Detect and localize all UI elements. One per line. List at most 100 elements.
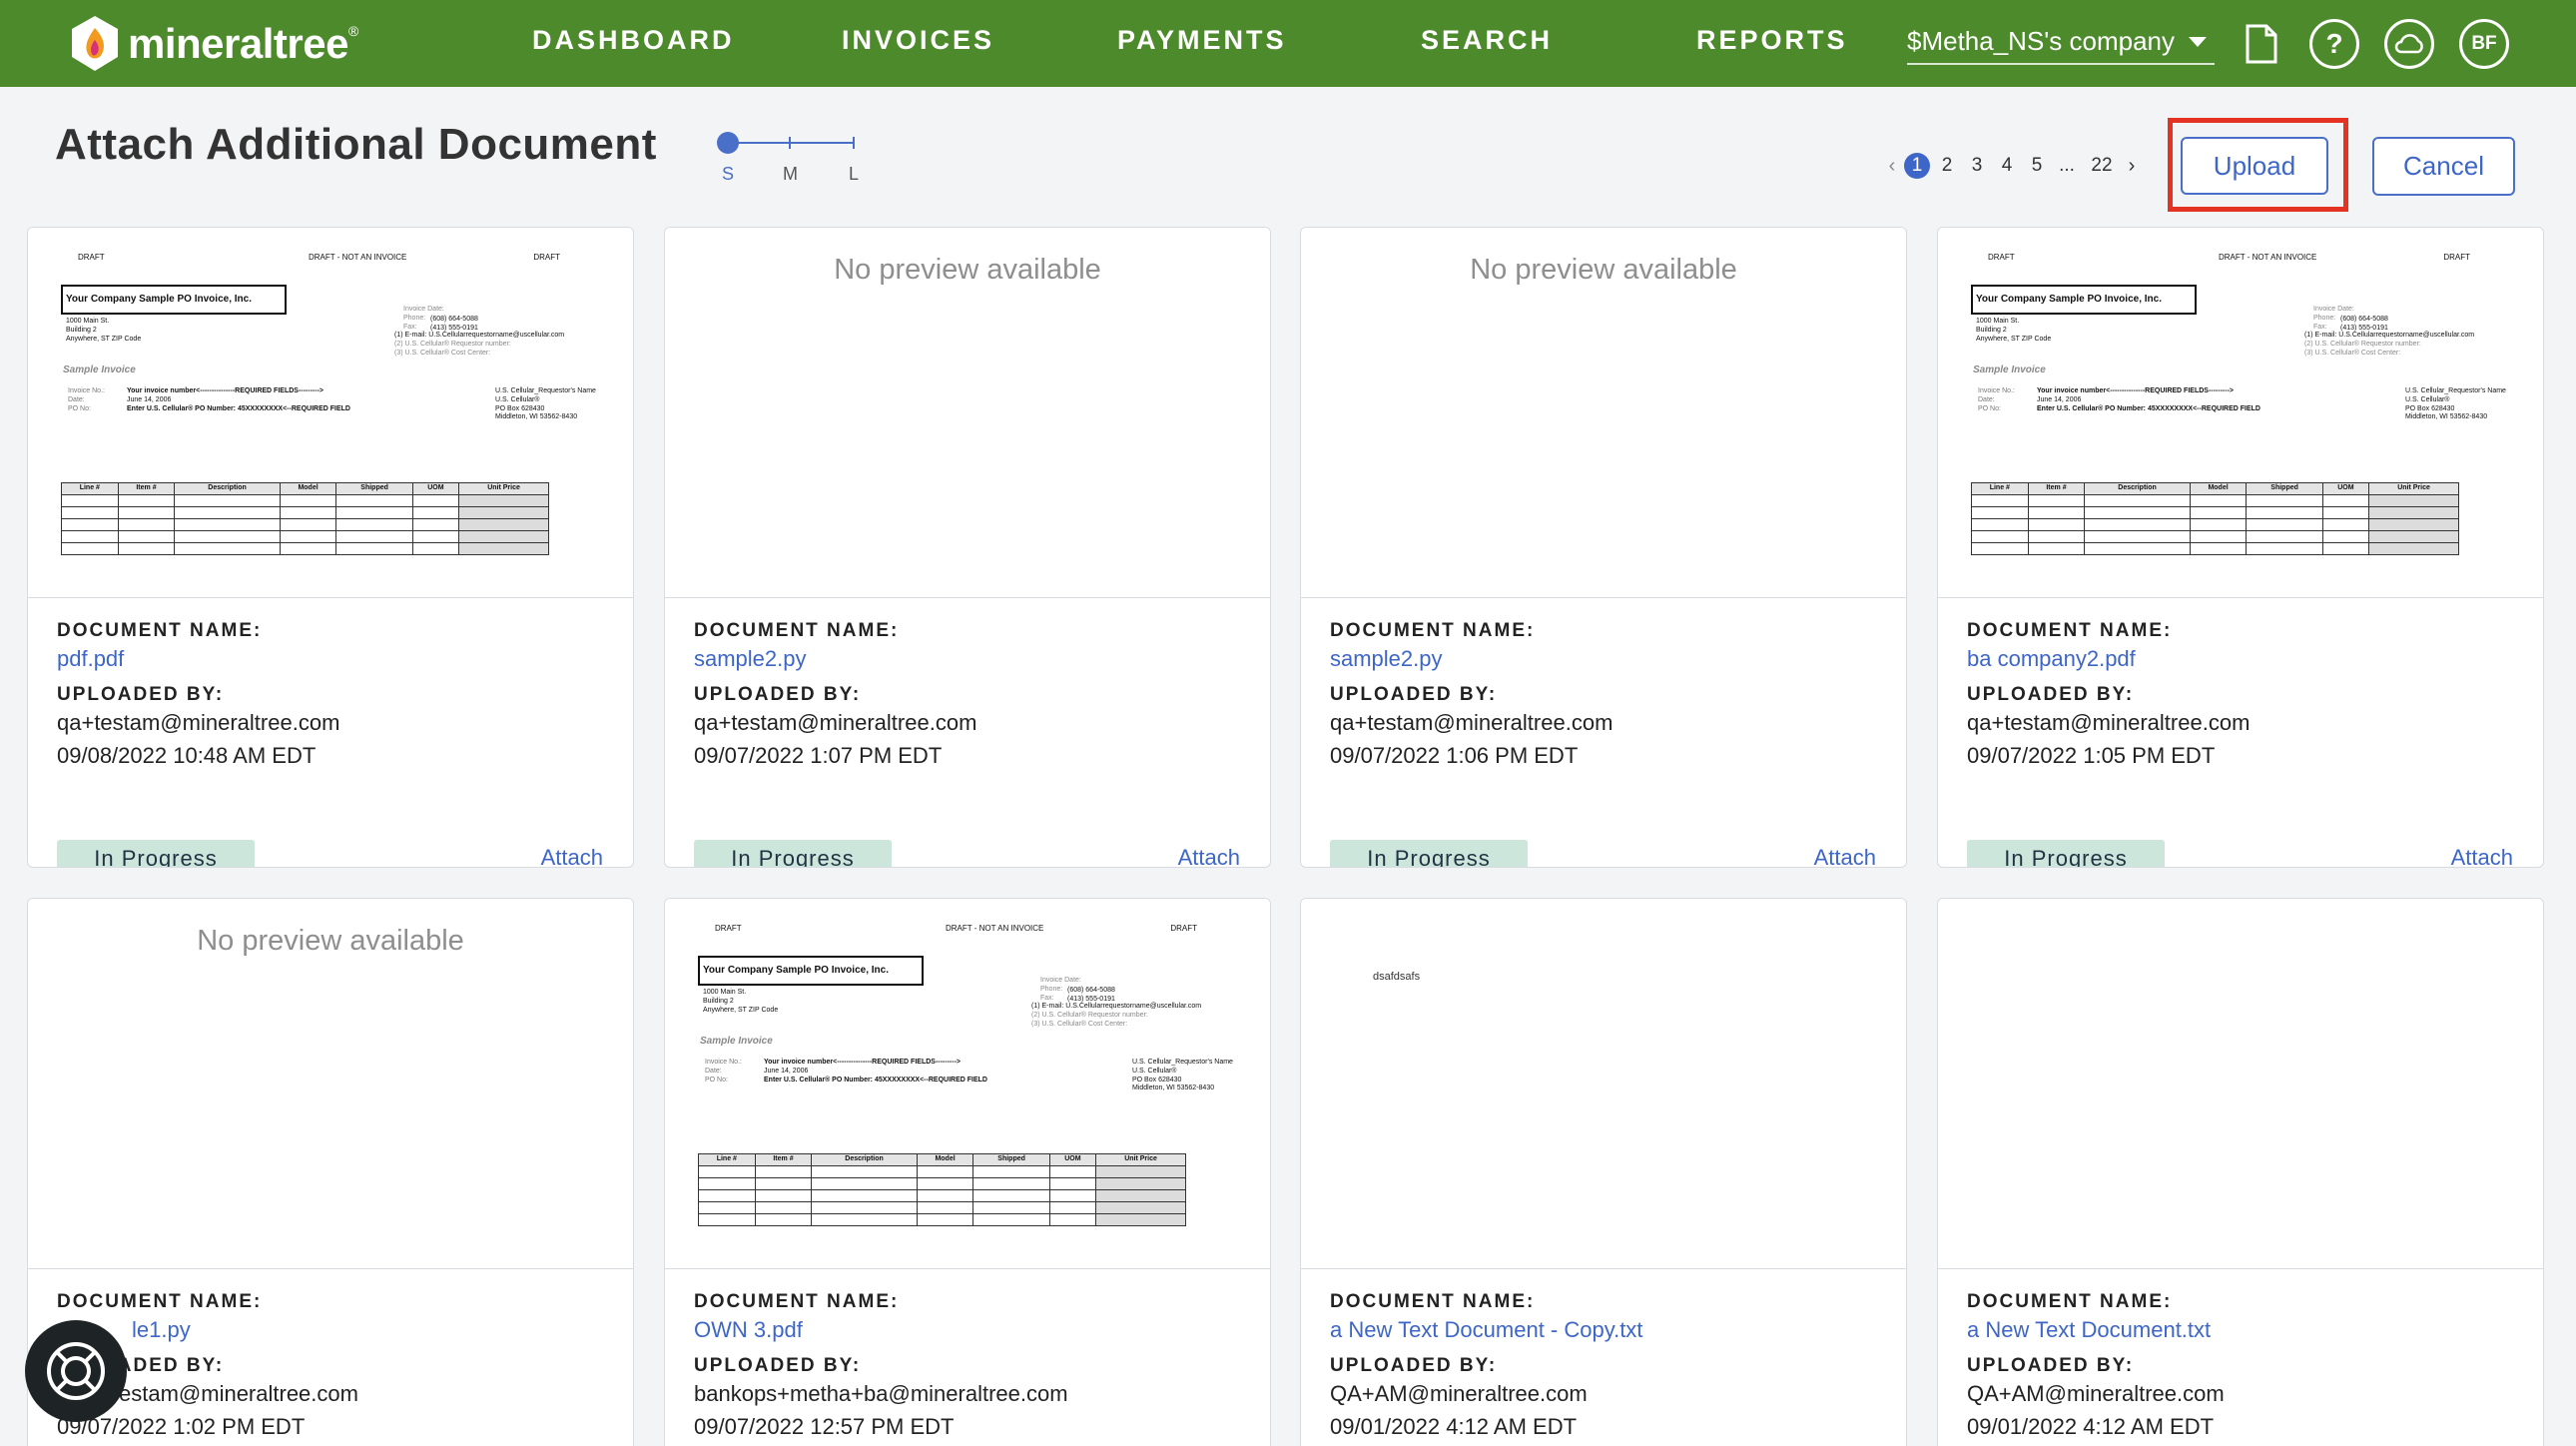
document-icon[interactable] <box>2237 19 2286 69</box>
document-name-link[interactable]: sample2.py <box>694 646 1241 684</box>
invoice-right-labels: Invoice Date: Phone: Fax: (1) E-mail: U.… <box>2304 306 2474 359</box>
pagination-next[interactable]: › <box>2122 155 2142 178</box>
pagination-ellipsis: ... <box>2059 155 2075 176</box>
chevron-down-icon <box>2189 36 2207 47</box>
document-name-link[interactable]: a New Text Document.txt <box>1967 1317 2514 1355</box>
no-preview-text: No preview available <box>197 925 464 957</box>
invoice-col-header: Unit Price <box>2368 482 2459 495</box>
preview-size-slider[interactable]: S M L <box>711 130 861 190</box>
invoice-col-header: UOM <box>411 482 460 495</box>
invoice-col-header: Unit Price <box>458 482 549 495</box>
document-card[interactable]: dsafdsafs DOCUMENT NAME: a New Text Docu… <box>1300 898 1907 1446</box>
meta-value: Enter U.S. Cellular® PO Number: 45XXXXXX… <box>2037 404 2260 412</box>
page-22[interactable]: 22 <box>2082 155 2122 177</box>
contact-value: (413) 555-0191 <box>430 324 478 332</box>
invoice-company-box: Your Company Sample PO Invoice, Inc. <box>61 285 287 315</box>
document-preview[interactable]: dsafdsafs <box>1301 899 1906 1269</box>
user-avatar[interactable]: BF <box>2459 19 2509 69</box>
document-card[interactable]: DRAFT DRAFT - NOT AN INVOICE DRAFT Your … <box>664 898 1271 1446</box>
meta-label: Date: <box>705 1067 722 1075</box>
bill-to-line: U.S. Cellular_Requestor's Name <box>1132 1059 1233 1066</box>
cloud-icon[interactable] <box>2384 19 2434 69</box>
uploaded-by-label: UPLOADED BY: <box>694 684 862 705</box>
document-name-link[interactable]: a New Text Document - Copy.txt <box>1330 1317 1877 1355</box>
status-badge: In Progress <box>1967 840 2165 867</box>
slider-knob[interactable] <box>717 132 739 154</box>
meta-value: Enter U.S. Cellular® PO Number: 45XXXXXX… <box>127 404 350 412</box>
right-label: Invoice Date: <box>1040 977 1081 984</box>
document-name-link[interactable]: OWN 3.pdf <box>694 1317 1241 1355</box>
invoice-meta-values: Your invoice number<---------------REQUI… <box>2037 387 2260 413</box>
document-preview[interactable]: DRAFT DRAFT - NOT AN INVOICE DRAFT Your … <box>28 228 633 598</box>
document-card[interactable]: No preview available DOCUMENT NAME: samp… <box>1300 227 1907 868</box>
cancel-button[interactable]: Cancel <box>2372 137 2515 196</box>
address-line: 1000 Main St. <box>1976 318 2020 325</box>
invoice-meta-values: Your invoice number<---------------REQUI… <box>764 1059 987 1084</box>
avatar-initials: BF <box>2471 33 2497 54</box>
document-name-link[interactable]: sample2.py <box>1330 646 1877 684</box>
document-name-link[interactable]: pdf.pdf <box>57 646 604 684</box>
document-info: DOCUMENT NAME: pdf.pdf UPLOADED BY: qa+t… <box>57 620 604 776</box>
address-line: 1000 Main St. <box>66 318 110 325</box>
invoice-col-header: Model <box>279 482 337 495</box>
support-lifebuoy-icon[interactable] <box>25 1320 127 1422</box>
attach-link[interactable]: Attach <box>541 845 603 867</box>
nav-dashboard[interactable]: DASHBOARD <box>532 25 735 56</box>
upload-button[interactable]: Upload <box>2181 137 2328 195</box>
nav-invoices[interactable]: INVOICES <box>842 25 994 56</box>
document-info: DOCUMENT NAME: ba company2.pdf UPLOADED … <box>1967 620 2514 776</box>
document-name-link[interactable]: ba company2.pdf <box>1967 646 2514 684</box>
size-option-s[interactable]: S <box>722 164 734 185</box>
invoice-right-labels: Invoice Date: Phone: Fax: (1) E-mail: U.… <box>1031 977 1201 1030</box>
address-line: Anywhere, ST ZIP Code <box>703 1006 779 1014</box>
page-2[interactable]: 2 <box>1932 155 1962 177</box>
document-name-label: DOCUMENT NAME: <box>57 1291 263 1312</box>
attach-link[interactable]: Attach <box>2451 845 2513 867</box>
page-5[interactable]: 5 <box>2022 155 2052 177</box>
document-card[interactable]: No preview available DOCUMENT NAME: samp… <box>664 227 1271 868</box>
invoice-contact-values: (608) 664-5088 (413) 555-0191 <box>2340 316 2388 334</box>
attach-link[interactable]: Attach <box>1178 845 1240 867</box>
invoice-bill-to: U.S. Cellular_Requestor's Name U.S. Cell… <box>2405 387 2506 422</box>
invoice-col-header: Description <box>2084 482 2191 495</box>
pagination-prev[interactable]: ‹ <box>1882 155 1902 178</box>
page-3[interactable]: 3 <box>1962 155 1992 177</box>
slider-tick-m <box>789 137 791 149</box>
invoice-company-box: Your Company Sample PO Invoice, Inc. <box>698 956 924 986</box>
document-preview[interactable]: DRAFT DRAFT - NOT AN INVOICE DRAFT Your … <box>1938 228 2543 598</box>
uploaded-by-label: UPLOADED BY: <box>1330 684 1498 705</box>
document-name-label: DOCUMENT NAME: <box>1967 620 2173 641</box>
size-option-l[interactable]: L <box>849 164 859 185</box>
nav-reports[interactable]: REPORTS <box>1696 25 1848 56</box>
page-1[interactable]: 1 <box>1904 153 1930 179</box>
invoice-meta-labels: Invoice No.: Date: PO No: <box>1978 387 2015 413</box>
company-selector[interactable]: $Metha_NS's company <box>1907 20 2215 65</box>
meta-label: Date: <box>68 395 85 403</box>
help-icon[interactable]: ? <box>2309 19 2359 69</box>
draft-label: DRAFT <box>1170 924 1197 933</box>
invoice-meta-values: Your invoice number<---------------REQUI… <box>127 387 350 413</box>
document-card[interactable]: DRAFT DRAFT - NOT AN INVOICE DRAFT Your … <box>27 227 634 868</box>
page-4[interactable]: 4 <box>1992 155 2022 177</box>
document-name-label: DOCUMENT NAME: <box>1330 1291 1536 1312</box>
document-preview[interactable]: No preview available <box>1301 228 1906 598</box>
document-preview[interactable] <box>1938 899 2543 1269</box>
document-preview[interactable]: No preview available <box>665 228 1270 598</box>
document-preview[interactable]: DRAFT DRAFT - NOT AN INVOICE DRAFT Your … <box>665 899 1270 1269</box>
nav-payments[interactable]: PAYMENTS <box>1117 25 1287 56</box>
document-name-label: DOCUMENT NAME: <box>694 620 900 641</box>
document-card[interactable]: DOCUMENT NAME: a New Text Document.txt U… <box>1937 898 2544 1446</box>
right-line: (3) U.S. Cellular® Cost Center: <box>2304 349 2401 357</box>
draft-not-invoice-label: DRAFT - NOT AN INVOICE <box>309 253 407 262</box>
nav-search[interactable]: SEARCH <box>1421 25 1553 56</box>
document-card[interactable]: DRAFT DRAFT - NOT AN INVOICE DRAFT Your … <box>1937 227 2544 868</box>
document-preview[interactable]: No preview available <box>28 899 633 1269</box>
size-option-m[interactable]: M <box>783 164 798 185</box>
meta-value: June 14, 2006 <box>127 395 172 403</box>
draft-label: DRAFT <box>78 253 105 262</box>
meta-label: Invoice No.: <box>705 1059 742 1066</box>
document-name-link[interactable]: le1.py <box>57 1317 604 1355</box>
mineraltree-logo[interactable]: mineraltree® <box>66 14 358 74</box>
attach-link[interactable]: Attach <box>1814 845 1876 867</box>
contact-value: (608) 664-5088 <box>1067 987 1115 994</box>
